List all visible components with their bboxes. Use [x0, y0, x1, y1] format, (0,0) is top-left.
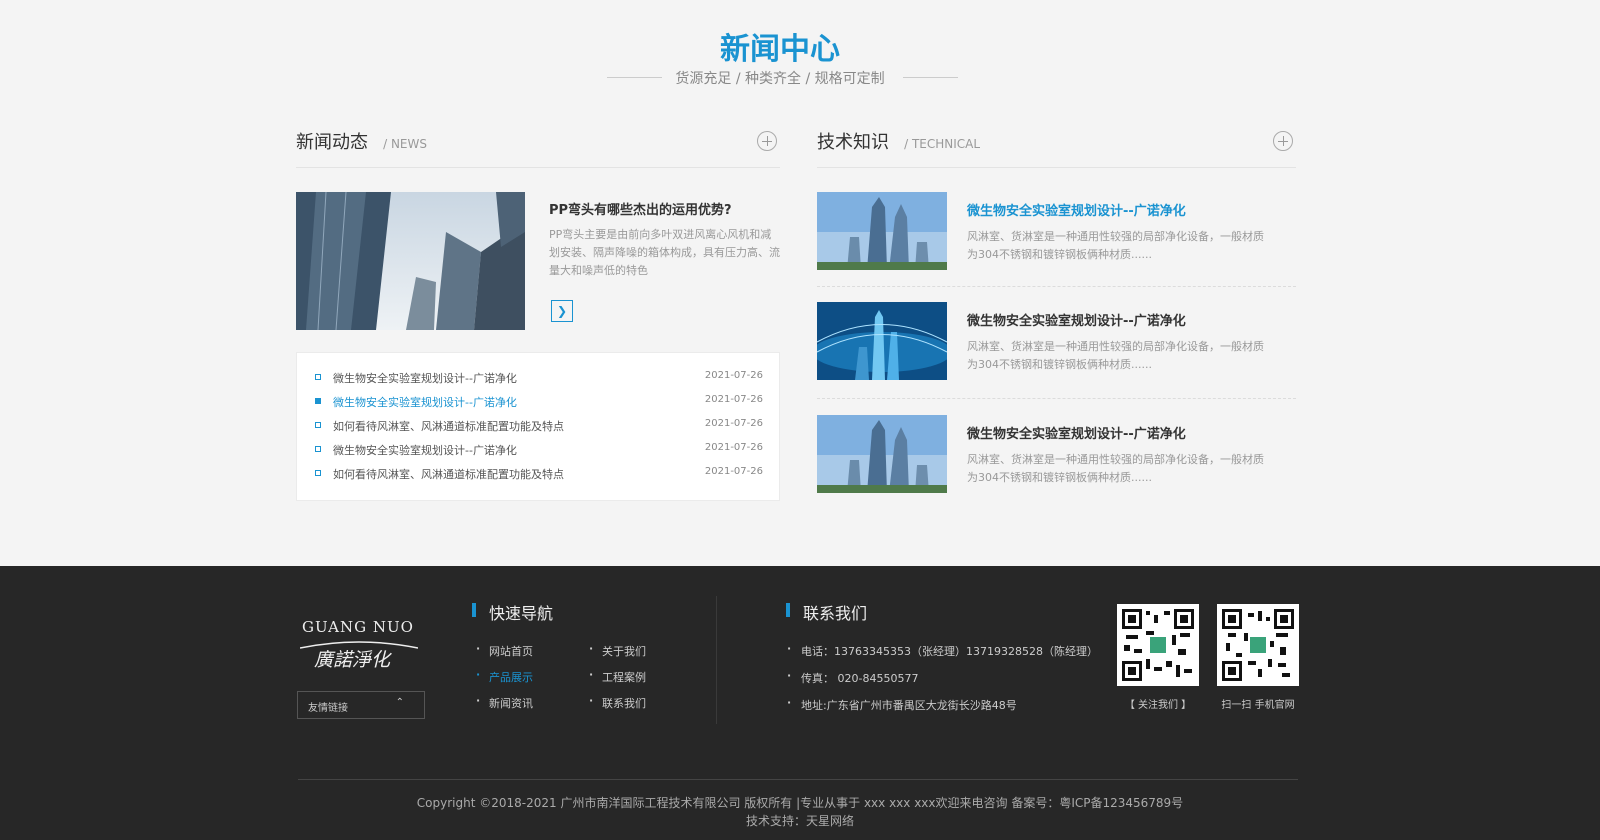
friend-links-label: 友情链接: [308, 703, 348, 714]
section-title: 新闻中心: [720, 32, 840, 67]
tech-item-desc: 风淋室、货淋室是一种通用性较强的局部净化设备，一般材质为304不锈钢和镀锌钢板俩…: [967, 340, 1264, 371]
tech-list-item[interactable]: 微生物安全实验室规划设计--广诺净化 风淋室、货淋室是一种通用性较强的局部净化设…: [817, 192, 1296, 304]
tech-item-image[interactable]: [817, 192, 947, 270]
list-item-date: 2021-07-26: [704, 394, 763, 405]
svg-text:GUANG NUO: GUANG NUO: [302, 618, 414, 636]
tech-item-title[interactable]: 微生物安全实验室规划设计--广诺净化: [967, 310, 1186, 329]
featured-news-desc: PP弯头主要是由前向多叶双进风离心风机和减划安装、隔声降噪的箱体构成，具有压力高…: [549, 228, 780, 277]
tech-item-desc: 风淋室、货淋室是一种通用性较强的局部净化设备，一般材质为304不锈钢和镀锌钢板俩…: [967, 453, 1264, 484]
contact-address: 地址:广东省广州市番禺区大龙街长沙路48号: [787, 696, 1017, 713]
company-logo[interactable]: GUANG NUO 廣諾淨化: [299, 614, 419, 671]
featured-news-title[interactable]: PP弯头有哪些杰出的运用优势?: [549, 199, 732, 218]
svg-text:廣諾淨化: 廣諾淨化: [314, 649, 392, 670]
divider: [817, 398, 1296, 399]
list-item-title[interactable]: 微生物安全实验室规划设计--广诺净化: [333, 442, 517, 458]
footer-nav-products[interactable]: 产品展示: [476, 668, 533, 685]
tech-list-item[interactable]: 微生物安全实验室规划设计--广诺净化 风淋室、货淋室是一种通用性较强的局部净化设…: [817, 415, 1296, 527]
list-item[interactable]: 如何看待风淋室、风淋通道标准配置功能及特点 2021-07-26: [315, 415, 763, 435]
qr-code-mobile: [1217, 604, 1299, 686]
tech-item-title[interactable]: 微生物安全实验室规划设计--广诺净化: [967, 423, 1186, 442]
subtitle-divider-right: [903, 77, 958, 78]
tech-column-title: 技术知识: [817, 132, 889, 153]
quick-nav-title: 快速导航: [472, 600, 553, 624]
section-subtitle: 货源充足 / 种类齐全 / 规格可定制: [675, 71, 885, 87]
list-item-title[interactable]: 如何看待风淋室、风淋通道标准配置功能及特点: [333, 466, 564, 482]
list-item[interactable]: 微生物安全实验室规划设计--广诺净化 2021-07-26: [315, 439, 763, 459]
footer-nav-home[interactable]: 网站首页: [476, 642, 533, 659]
list-item-date: 2021-07-26: [704, 442, 763, 453]
news-column-header: 新闻动态 / NEWS: [296, 128, 780, 168]
friend-links-dropdown[interactable]: 友情链接 ⌃: [297, 691, 425, 719]
site-footer: GUANG NUO 廣諾淨化 友情链接 ⌃ 快速导航 网站首页 关于我们 产品展…: [0, 566, 1600, 840]
more-plus-icon[interactable]: [757, 131, 777, 151]
qr-caption-follow: 【 关注我们 】: [1124, 700, 1192, 711]
contact-phone: 电话：13763345353（张经理）13719328528（陈经理）: [787, 642, 1098, 659]
list-item[interactable]: 微生物安全实验室规划设计--广诺净化 2021-07-26: [315, 367, 763, 387]
tech-column-title-en: / TECHNICAL: [904, 137, 981, 151]
divider: [716, 596, 717, 724]
list-item-date: 2021-07-26: [704, 466, 763, 477]
featured-news-image[interactable]: [296, 192, 525, 330]
tech-item-image[interactable]: [817, 415, 947, 493]
chevron-up-icon: ⌃: [395, 697, 404, 708]
tech-column-header: 技术知识 / TECHNICAL: [817, 128, 1296, 168]
list-item[interactable]: 微生物安全实验室规划设计--广诺净化 2021-07-26: [315, 391, 763, 411]
list-item-title[interactable]: 微生物安全实验室规划设计--广诺净化: [333, 370, 517, 386]
copyright-text: Copyright ©2018-2021 广州市南洋国际工程技术有限公司 版权所…: [416, 796, 1184, 810]
footer-nav-about[interactable]: 关于我们: [589, 642, 646, 659]
list-item-date: 2021-07-26: [704, 370, 763, 381]
list-item-date: 2021-07-26: [704, 418, 763, 429]
footer-nav-cases[interactable]: 工程案例: [589, 668, 646, 685]
tech-item-desc: 风淋室、货淋室是一种通用性较强的局部净化设备，一般材质为304不锈钢和镀锌钢板俩…: [967, 230, 1264, 261]
tech-item-image[interactable]: [817, 302, 947, 380]
square-bullet-icon: [315, 398, 321, 404]
more-plus-icon[interactable]: [1273, 131, 1293, 151]
tech-support-text: 技术支持：天星网络: [745, 814, 854, 828]
square-bullet-icon: [315, 470, 321, 476]
news-column-title-en: / NEWS: [383, 137, 427, 151]
contact-title: 联系我们: [786, 600, 867, 624]
footer-nav-news[interactable]: 新闻资讯: [476, 694, 533, 711]
news-column-title: 新闻动态: [296, 132, 368, 153]
featured-news-arrow-button[interactable]: ❯: [551, 300, 573, 322]
list-item-title[interactable]: 如何看待风淋室、风淋通道标准配置功能及特点: [333, 418, 564, 434]
tech-item-title[interactable]: 微生物安全实验室规划设计--广诺净化: [967, 200, 1186, 219]
square-bullet-icon: [315, 446, 321, 452]
divider: [298, 779, 1298, 780]
contact-fax: 传真： 020-84550577: [787, 669, 918, 686]
list-item[interactable]: 如何看待风淋室、风淋通道标准配置功能及特点 2021-07-26: [315, 463, 763, 483]
chevron-right-icon: ❯: [556, 304, 568, 318]
news-center-section: 新闻中心 货源充足 / 种类齐全 / 规格可定制 新闻动态 / NEWS PP弯…: [0, 0, 1600, 566]
news-list: 微生物安全实验室规划设计--广诺净化 2021-07-26 微生物安全实验室规划…: [296, 352, 780, 501]
qr-caption-mobile: 扫一扫 手机官网: [1221, 700, 1295, 711]
divider: [817, 286, 1296, 287]
footer-nav-contact[interactable]: 联系我们: [589, 694, 646, 711]
qr-code-follow: [1117, 604, 1199, 686]
square-bullet-icon: [315, 422, 321, 428]
list-item-title[interactable]: 微生物安全实验室规划设计--广诺净化: [333, 394, 517, 410]
square-bullet-icon: [315, 374, 321, 380]
